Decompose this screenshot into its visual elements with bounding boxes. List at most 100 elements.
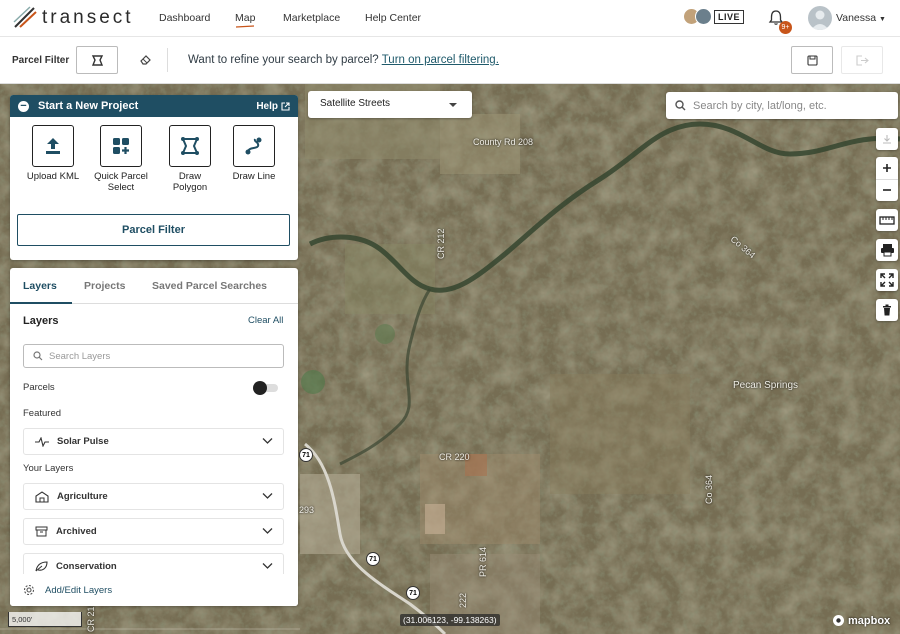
gear-icon	[23, 584, 35, 596]
map-style-value: Satellite Streets	[320, 98, 391, 109]
mapbox-logo-icon	[833, 615, 844, 626]
draw-line-button[interactable]	[233, 125, 275, 167]
upload-kml-button[interactable]	[32, 125, 74, 167]
pulse-icon	[35, 436, 49, 447]
layer-solar-pulse[interactable]: Solar Pulse	[23, 428, 284, 455]
layer-name: Archived	[56, 526, 97, 537]
featured-label: Featured	[23, 408, 62, 419]
mapbox-attribution[interactable]: mapbox	[832, 614, 890, 627]
archive-box-icon	[35, 526, 48, 537]
new-project-title: Start a New Project	[38, 100, 139, 112]
delete-button[interactable]	[876, 299, 898, 321]
quick-parcel-select-button[interactable]	[100, 125, 142, 167]
add-edit-layers-label: Add/Edit Layers	[45, 584, 113, 596]
grid-plus-icon	[113, 138, 129, 154]
help-link[interactable]: Help	[256, 101, 290, 112]
export-icon	[855, 54, 869, 66]
map-style-select[interactable]: Satellite Streets	[308, 91, 472, 118]
save-button[interactable]	[791, 46, 833, 74]
zoom-divider	[876, 179, 898, 180]
parcel-filter-label: Parcel Filter	[12, 55, 70, 66]
brand-name: transect	[42, 7, 134, 28]
map-search-placeholder: Search by city, lat/long, etc.	[693, 99, 827, 112]
external-link-icon	[281, 101, 290, 111]
layer-name: Conservation	[56, 561, 117, 572]
draw-line-tool[interactable]: Draw Line	[225, 125, 283, 182]
print-button[interactable]	[876, 239, 898, 261]
new-project-header[interactable]: − Start a New Project Help	[10, 95, 298, 117]
user-name: Vanessa	[836, 12, 877, 24]
draw-line-label: Draw Line	[232, 171, 276, 182]
ruler-icon	[879, 215, 895, 225]
chevron-down-icon[interactable]	[262, 562, 273, 570]
collapse-icon[interactable]: −	[18, 100, 29, 112]
live-badge: LIVE	[714, 9, 745, 24]
draw-polygon-tool[interactable]: Draw Polygon	[161, 125, 219, 193]
map-label-co-364-south: Co 364	[704, 474, 714, 504]
upload-kml-tool[interactable]: Upload KML	[24, 125, 82, 182]
layer-agriculture[interactable]: Agriculture	[23, 483, 284, 510]
leaf-icon	[35, 561, 48, 572]
search-layers-placeholder: Search Layers	[49, 350, 111, 362]
map-search-input[interactable]: Search by city, lat/long, etc.	[666, 92, 898, 119]
plus-icon	[883, 164, 891, 172]
notification-count-badge: 9+	[779, 21, 792, 34]
chevron-down-icon[interactable]	[262, 527, 273, 535]
parcels-toggle[interactable]	[252, 381, 280, 395]
your-layers-label: Your Layers	[23, 463, 74, 474]
collaborator-avatar	[695, 8, 712, 25]
upload-kml-label: Upload KML	[26, 171, 80, 182]
download-icon	[883, 135, 891, 144]
layer-archived[interactable]: Archived	[23, 518, 284, 545]
active-nav-indicator	[236, 25, 254, 28]
chevron-down-icon[interactable]	[262, 492, 273, 500]
fullscreen-button[interactable]	[876, 269, 898, 291]
tab-saved-parcel-searches[interactable]: Saved Parcel Searches	[152, 280, 267, 292]
measure-button[interactable]	[876, 209, 898, 231]
map-label-cr-216: CR 216	[86, 601, 96, 632]
printer-icon	[880, 244, 894, 257]
add-edit-layers-button[interactable]: Add/Edit Layers	[10, 574, 298, 606]
cursor-coordinates: (31.006123, -99.138263)	[400, 614, 500, 626]
clear-all-button[interactable]: Clear All	[248, 315, 283, 326]
layer-name: Solar Pulse	[57, 436, 109, 447]
layers-tabs: Layers Projects Saved Parcel Searches	[10, 268, 298, 304]
search-icon	[675, 100, 686, 111]
zoom-in-button[interactable]	[876, 157, 898, 179]
quick-parcel-select-tool[interactable]: Quick Parcel Select	[92, 125, 150, 193]
logo[interactable]: transect	[12, 5, 134, 31]
line-draw-icon	[245, 137, 262, 155]
download-button[interactable]	[876, 128, 898, 150]
parcel-filter-button[interactable]: Parcel Filter	[17, 214, 290, 246]
zoom-out-button[interactable]	[876, 179, 898, 201]
draw-polygon-button[interactable]	[169, 125, 211, 167]
map-label-pr-614: PR 614	[478, 546, 488, 577]
nav-marketplace[interactable]: Marketplace	[283, 12, 340, 24]
nav-map[interactable]: Map	[235, 12, 255, 24]
clear-filter-button[interactable]	[139, 53, 152, 69]
save-icon	[806, 54, 818, 66]
map-label-cr-212: CR 212	[436, 228, 446, 259]
new-project-panel: − Start a New Project Help Upload KML Qu…	[10, 95, 298, 260]
export-button[interactable]	[841, 46, 883, 74]
tab-layers[interactable]: Layers	[23, 280, 57, 292]
turn-on-parcel-filtering-link[interactable]: Turn on parcel filtering.	[382, 54, 499, 66]
nav-help-center[interactable]: Help Center	[365, 12, 421, 24]
prompt-text: Want to refine your search by parcel?	[188, 54, 379, 66]
nav-dashboard[interactable]: Dashboard	[159, 12, 210, 24]
user-menu[interactable]: Vanessa ▼	[836, 12, 886, 24]
highway-shield-71: 71	[299, 448, 313, 462]
tab-projects[interactable]: Projects	[84, 280, 125, 292]
trash-icon	[883, 304, 891, 316]
user-avatar[interactable]	[808, 6, 832, 30]
parcel-filter-draw-button[interactable]	[76, 46, 118, 74]
search-layers-input[interactable]: Search Layers	[23, 344, 284, 368]
live-collaborators[interactable]: LIVE	[683, 8, 745, 25]
quick-parcel-select-label: Quick Parcel Select	[94, 171, 148, 193]
transect-logo-icon	[13, 6, 37, 28]
barn-icon	[35, 490, 49, 503]
chevron-down-icon: ▼	[879, 16, 886, 23]
top-navigation: transect Dashboard Map Marketplace Help …	[0, 0, 900, 37]
divider	[167, 48, 168, 72]
chevron-down-icon[interactable]	[262, 437, 273, 445]
